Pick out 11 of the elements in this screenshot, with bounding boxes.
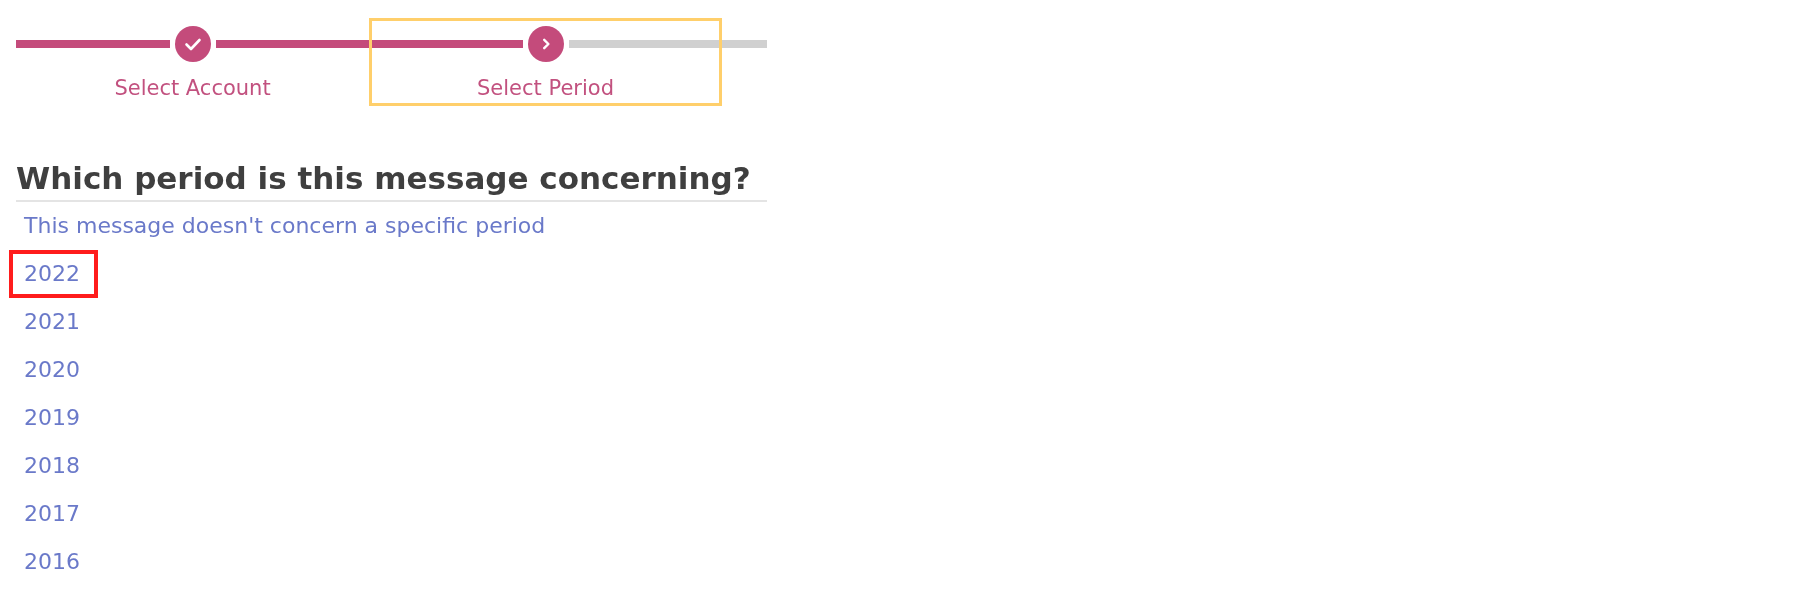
period-option[interactable]: 2018: [9, 442, 98, 490]
step-label: Select Account: [114, 76, 271, 100]
period-option[interactable]: 2017: [9, 490, 98, 538]
step-label: Select Period: [477, 76, 614, 100]
period-option[interactable]: 2021: [9, 298, 98, 346]
period-option[interactable]: 2022: [9, 250, 98, 298]
period-option[interactable]: This message doesn't concern a specific period: [9, 202, 564, 250]
period-option[interactable]: 2019: [9, 394, 98, 442]
question-heading: Which period is this message concerning?: [16, 160, 767, 202]
period-option[interactable]: 2020: [9, 346, 98, 394]
period-option[interactable]: 2016: [9, 538, 98, 586]
